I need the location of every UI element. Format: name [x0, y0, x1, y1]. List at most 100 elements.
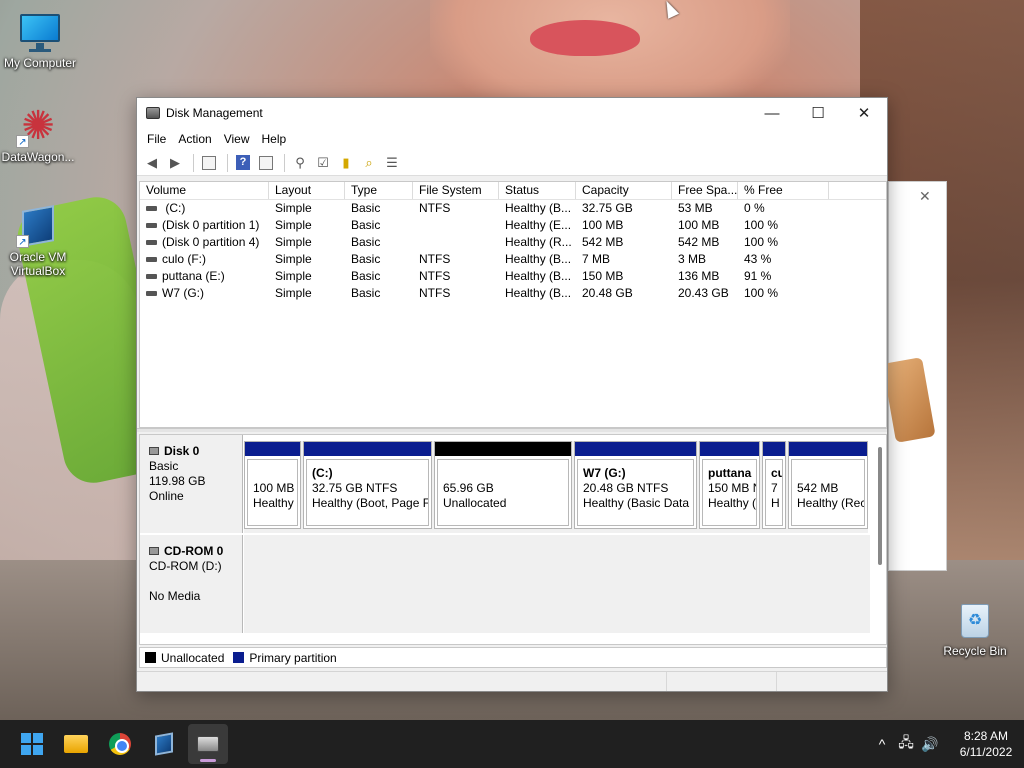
partition-2[interactable]: (C:) 32.75 GB NTFS Healthy (Boot, Page F: [303, 441, 432, 529]
cell-volume: puttana (E:): [140, 268, 269, 285]
network-icon[interactable]: 🖧: [894, 732, 918, 756]
partition-1[interactable]: 100 MB Healthy: [244, 441, 301, 529]
search-icon[interactable]: ⌕: [359, 153, 379, 173]
cell-status: Healthy (B...: [499, 268, 576, 285]
partition-3[interactable]: 65.96 GB Unallocated: [434, 441, 572, 529]
cell-fs: NTFS: [413, 285, 499, 302]
open-icon[interactable]: ▮: [336, 153, 356, 173]
background-window[interactable]: ✕: [882, 181, 947, 571]
cell-text: Simple: [275, 286, 312, 300]
check-icon[interactable]: ☑: [313, 153, 333, 173]
cell-free: 53 MB: [672, 200, 738, 217]
partition-line1: 100 MB: [253, 481, 295, 495]
menu-view[interactable]: View: [218, 132, 256, 146]
help-icon[interactable]: ?: [233, 153, 253, 173]
partition-4[interactable]: W7 (G:) 20.48 GB NTFS Healthy (Basic Data …: [574, 441, 697, 529]
column-header-type[interactable]: Type: [345, 182, 413, 199]
disk-row-cdrom-0[interactable]: CD-ROM 0 CD-ROM (D:) No Media: [140, 535, 870, 633]
table-row[interactable]: (Disk 0 partition 1) Simple Basic Healthy (…: [140, 217, 886, 234]
taskbar-file-explorer[interactable]: [56, 724, 96, 764]
table-row[interactable]: puttana (E:) Simple Basic NTFS Healthy (B...…: [140, 268, 886, 285]
menu-file[interactable]: File: [141, 132, 172, 146]
cell-status: Healthy (R...: [499, 234, 576, 251]
cell-text: 100 %: [744, 218, 779, 232]
cell-status: Healthy (B...: [499, 251, 576, 268]
column-header-file-system[interactable]: File System: [413, 182, 499, 199]
column-header-status[interactable]: Status: [499, 182, 576, 199]
desktop-icon-virtualbox[interactable]: ↗ Oracle VM VirtualBox: [0, 204, 78, 278]
taskbar-chrome[interactable]: [100, 724, 140, 764]
table-row[interactable]: W7 (G:) Simple Basic NTFS Healthy (B... 20.48…: [140, 285, 886, 302]
cell-text: Basic: [351, 286, 381, 300]
connect-icon[interactable]: ⚲: [290, 153, 310, 173]
taskbar-virtualbox[interactable]: [144, 724, 184, 764]
cell-fs: NTFS: [413, 268, 499, 285]
cell-volume: (Disk 0 partition 1): [140, 217, 269, 234]
cell-volume: W7 (G:): [140, 285, 269, 302]
title-bar[interactable]: Disk Management — ☐ ✕: [137, 98, 887, 128]
partition-5[interactable]: puttana 150 MB N Healthy (: [699, 441, 760, 529]
cell-text: Healthy (B...: [505, 252, 572, 266]
cell-free: 20.43 GB: [672, 285, 738, 302]
cdrom-0-label[interactable]: CD-ROM 0 CD-ROM (D:) No Media: [140, 535, 243, 633]
cell-type: Basic: [345, 234, 413, 251]
column-header-percent-free[interactable]: % Free: [738, 182, 829, 199]
cell-text: Basic: [351, 269, 381, 283]
partition-name: (C:): [312, 466, 333, 480]
list-icon[interactable]: ☰: [382, 153, 402, 173]
partition-color-bar: [245, 442, 300, 456]
show-hidden-icons-chevron-icon[interactable]: ^: [870, 736, 894, 752]
table-row[interactable]: culo (F:) Simple Basic NTFS Healthy (B... 7 M…: [140, 251, 886, 268]
desktop-icon-recycle-bin[interactable]: ♻ Recycle Bin: [935, 598, 1015, 658]
volume-icon: [146, 274, 157, 280]
legend-swatch-unallocated: [145, 652, 156, 663]
close-icon[interactable]: ✕: [919, 188, 931, 205]
cd-drive-icon: [149, 547, 159, 555]
partition-6[interactable]: cu7H: [762, 441, 786, 529]
partition-7[interactable]: 542 MB Healthy (Rec: [788, 441, 868, 529]
table-row[interactable]: (C:) Simple Basic NTFS Healthy (B... 32.75 GB…: [140, 200, 886, 217]
volume-icon: [146, 206, 157, 212]
disk-0-label[interactable]: Disk 0 Basic 119.98 GB Online: [140, 435, 243, 533]
pane-splitter[interactable]: [137, 428, 887, 432]
desktop-icon-datawagon[interactable]: ✺ ↗ DataWagon...: [0, 104, 78, 164]
console-tree-icon[interactable]: [256, 153, 276, 173]
properties-icon[interactable]: [199, 153, 219, 173]
volume-icon: [146, 257, 157, 263]
cell-text: 32.75 GB: [582, 201, 633, 215]
disk-row-disk-0[interactable]: Disk 0 Basic 119.98 GB Online 100 MB Heal…: [140, 435, 870, 533]
table-row[interactable]: (Disk 0 partition 4) Simple Basic Healthy (…: [140, 234, 886, 251]
vertical-scrollbar[interactable]: [878, 447, 882, 565]
column-header-volume[interactable]: Volume: [140, 182, 269, 199]
column-header-capacity[interactable]: Capacity: [576, 182, 672, 199]
cell-text: (Disk 0 partition 1): [162, 218, 260, 232]
clock[interactable]: 8:28 AM 6/11/2022: [948, 728, 1024, 760]
column-header-layout[interactable]: Layout: [269, 182, 345, 199]
close-button[interactable]: ✕: [841, 98, 887, 128]
cell-text: Simple: [275, 269, 312, 283]
forward-icon[interactable]: ▶: [165, 153, 185, 173]
cell-text: Healthy (E...: [505, 218, 572, 232]
taskbar-disk-management[interactable]: [188, 724, 228, 764]
cell-text: Healthy (B...: [505, 269, 572, 283]
file-explorer-icon: [64, 735, 88, 753]
partition-info: (C:) 32.75 GB NTFS Healthy (Boot, Page F: [306, 459, 429, 526]
cell-text: Healthy (B...: [505, 201, 572, 215]
maximize-button[interactable]: ☐: [795, 98, 841, 128]
volume-icon[interactable]: 🔊: [918, 736, 942, 753]
cell-text: NTFS: [419, 269, 451, 283]
minimize-button[interactable]: —: [749, 98, 795, 128]
cell-capacity: 542 MB: [576, 234, 672, 251]
start-button[interactable]: [12, 724, 52, 764]
partition-name: W7 (G:): [583, 466, 626, 480]
menu-action[interactable]: Action: [172, 132, 217, 146]
back-icon[interactable]: ◀: [142, 153, 162, 173]
volume-list-header: Volume Layout Type File System Status Ca…: [140, 182, 886, 200]
desktop-icon-label: DataWagon...: [1, 150, 75, 164]
cell-pct: 100 %: [738, 217, 829, 234]
cell-text: Simple: [275, 201, 312, 215]
cell-text: Basic: [351, 252, 381, 266]
desktop-icon-my-computer[interactable]: My Computer: [0, 10, 80, 70]
menu-help[interactable]: Help: [256, 132, 293, 146]
column-header-free-space[interactable]: Free Spa...: [672, 182, 738, 199]
